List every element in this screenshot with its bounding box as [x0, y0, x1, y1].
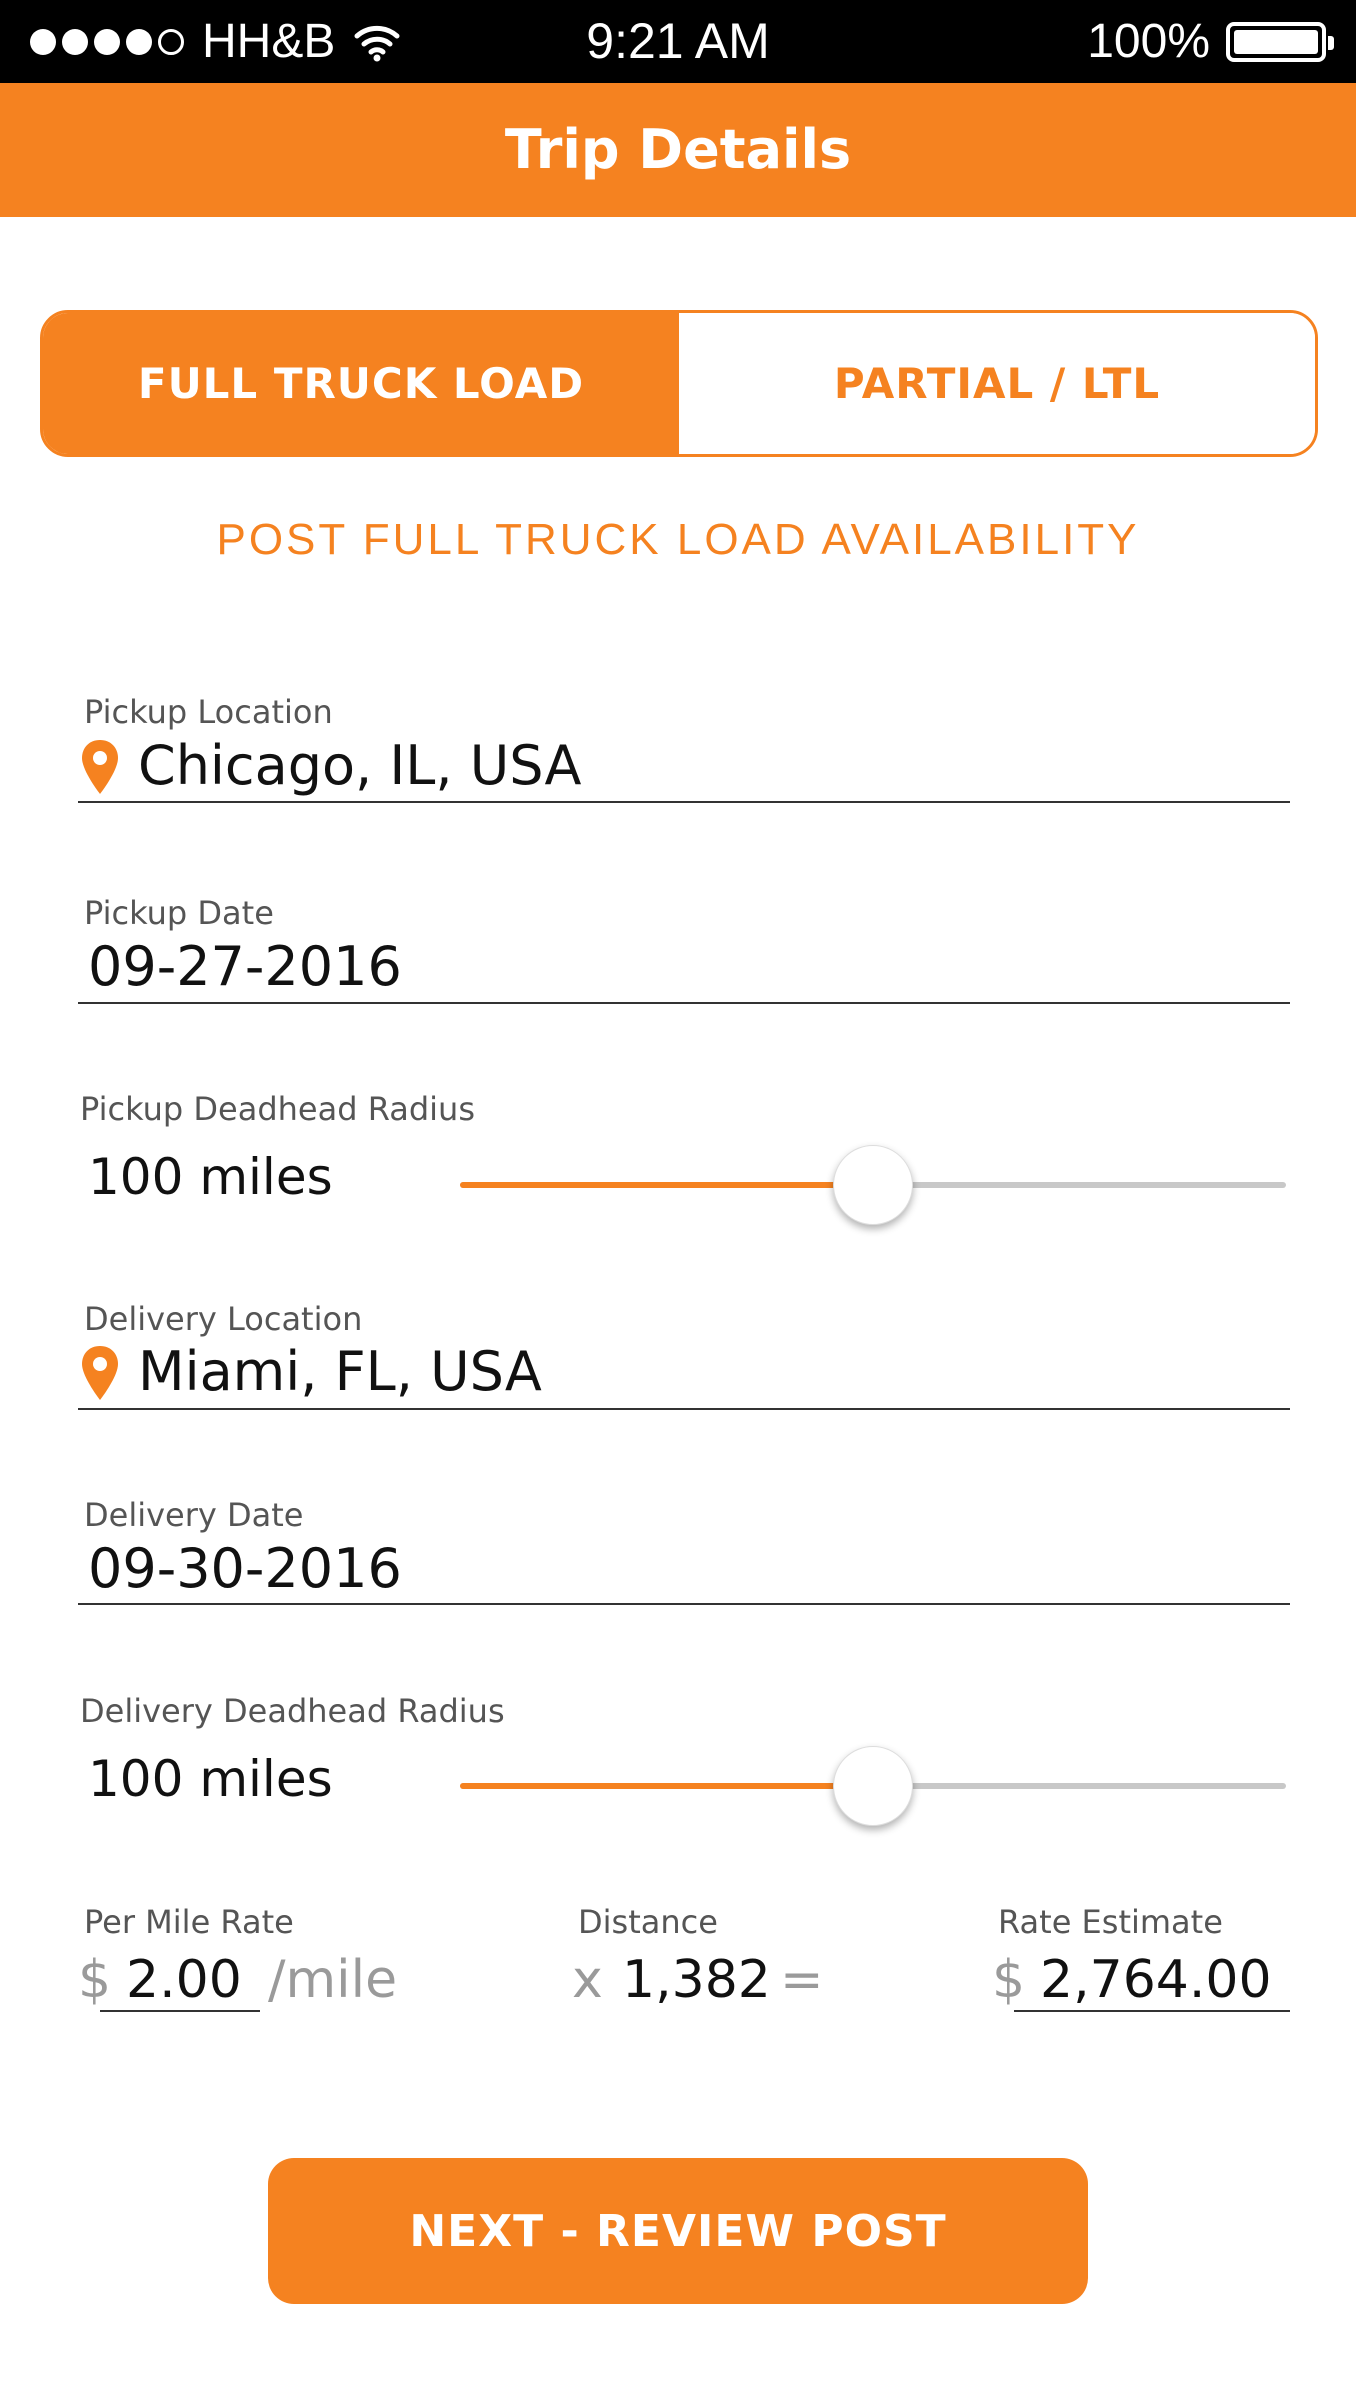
slider-thumb[interactable] — [833, 1145, 913, 1225]
pickup-location-label: Pickup Location — [84, 693, 333, 731]
load-type-segmented-control: FULL TRUCK LOAD PARTIAL / LTL — [40, 310, 1318, 457]
status-right: 100% — [1087, 0, 1334, 83]
section-subtitle: POST FULL TRUCK LOAD AVAILABILITY — [216, 515, 1140, 564]
tab-partial-ltl[interactable]: PARTIAL / LTL — [679, 313, 1315, 454]
multiply-symbol: x — [572, 1950, 603, 2010]
equals-symbol: = — [780, 1950, 824, 2010]
pickup-date-input[interactable]: 09-27-2016 — [88, 935, 402, 998]
tab-full-truck-load[interactable]: FULL TRUCK LOAD — [43, 313, 679, 454]
page-title: Trip Details — [504, 118, 852, 181]
pickup-location-underline — [78, 801, 1290, 803]
pickup-radius-slider[interactable] — [460, 1145, 1286, 1225]
status-bar: HH&B 9:21 AM 100% — [0, 0, 1356, 83]
currency-symbol: $ — [992, 1950, 1026, 2010]
rate-estimate-label: Rate Estimate — [998, 1903, 1223, 1941]
pickup-radius-value: 100 miles — [88, 1148, 333, 1206]
battery-percent: 100% — [1087, 15, 1210, 68]
rate-estimate-value[interactable]: 2,764.00 — [1040, 1950, 1272, 2010]
location-pin-icon — [82, 740, 118, 794]
next-review-post-button[interactable]: NEXT - REVIEW POST — [268, 2158, 1088, 2304]
delivery-location-label: Delivery Location — [84, 1300, 363, 1338]
slider-thumb[interactable] — [833, 1746, 913, 1826]
distance-value: 1,382 — [622, 1950, 771, 2010]
pickup-radius-label: Pickup Deadhead Radius — [80, 1090, 475, 1128]
delivery-date-underline — [78, 1603, 1290, 1605]
per-mile-unit: /mile — [268, 1950, 398, 2010]
distance-label: Distance — [578, 1903, 718, 1941]
pickup-location-input[interactable]: Chicago, IL, USA — [138, 734, 581, 797]
per-mile-rate-underline — [100, 2010, 260, 2012]
slider-fill — [460, 1182, 873, 1188]
nav-header: Trip Details — [0, 83, 1356, 217]
delivery-radius-value: 100 miles — [88, 1750, 333, 1808]
rate-estimate-underline — [1014, 2010, 1290, 2012]
delivery-location-underline — [78, 1408, 1290, 1410]
delivery-date-input[interactable]: 09-30-2016 — [88, 1537, 402, 1600]
delivery-location-input[interactable]: Miami, FL, USA — [138, 1340, 542, 1403]
slider-fill — [460, 1783, 873, 1789]
pickup-date-underline — [78, 1002, 1290, 1004]
currency-symbol: $ — [78, 1950, 112, 2010]
delivery-radius-label: Delivery Deadhead Radius — [80, 1692, 505, 1730]
pickup-date-label: Pickup Date — [84, 894, 274, 932]
delivery-radius-slider[interactable] — [460, 1746, 1286, 1826]
per-mile-rate-input[interactable]: 2.00 — [126, 1950, 242, 2010]
per-mile-rate-label: Per Mile Rate — [84, 1903, 294, 1941]
delivery-date-label: Delivery Date — [84, 1496, 304, 1534]
location-pin-icon — [82, 1346, 118, 1400]
battery-icon — [1226, 21, 1334, 62]
